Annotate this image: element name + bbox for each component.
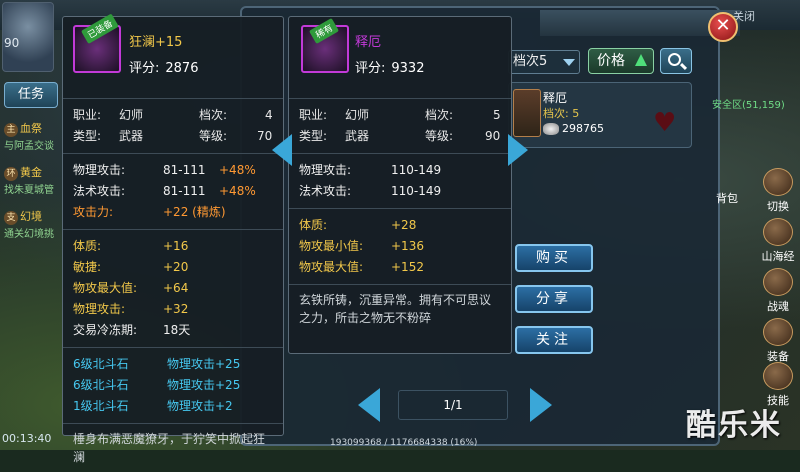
next-page-arrow-icon[interactable] bbox=[530, 388, 552, 422]
skill-icon bbox=[763, 362, 793, 390]
chevron-down-icon bbox=[563, 59, 575, 66]
quest-side[interactable]: 支幻境 通关幻境挑 bbox=[4, 208, 70, 240]
silver-coin-icon bbox=[543, 123, 559, 135]
compare-item-tooltip: 稀有 释厄 评分: 9332 职业: 幻师 档次: 5 类型: 武器 等级: 90 物理攻击:… bbox=[288, 16, 512, 354]
sidebar-item-warsoul[interactable]: 战魂 bbox=[758, 268, 798, 314]
close-button[interactable]: ✕ bbox=[708, 12, 738, 42]
equipped-item-score: 2876 bbox=[165, 61, 199, 76]
grade-filter-select[interactable]: 档次5 bbox=[508, 50, 580, 74]
quest-main[interactable]: 主血祭 与阿孟交谈 bbox=[4, 120, 70, 152]
favorite-heart-icon[interactable]: ♥ bbox=[653, 110, 676, 136]
equipped-item-tooltip: 已装备 狂澜+15 评分: 2876 职业: 幻师 档次: 4 类型: 武器 等级: 70 物… bbox=[62, 13, 284, 464]
book-icon bbox=[763, 218, 793, 246]
sidebar-item-equipment[interactable]: 装备 bbox=[758, 318, 798, 364]
watermark-logo: 酷乐米 bbox=[686, 408, 782, 443]
market-listing[interactable]: 释厄 档次: 5 298765 ♥ bbox=[508, 82, 692, 148]
clock-time: 00:13:40 bbox=[2, 432, 52, 445]
equipped-item-name: 狂澜+15 bbox=[129, 35, 183, 50]
bag-label[interactable]: 背包 bbox=[716, 190, 738, 206]
share-button[interactable]: 分享 bbox=[515, 285, 593, 313]
experience-readout: 193099368 / 1176684338 (16%) bbox=[330, 438, 478, 448]
compare-item-description: 玄铁所铸，沉重异常。拥有不可思议之力，所击之物无不粉碎 bbox=[299, 293, 492, 325]
buy-button[interactable]: 购买 bbox=[515, 244, 593, 272]
prev-page-arrow-icon[interactable] bbox=[358, 388, 380, 422]
price-sort-button[interactable]: 价格 bbox=[588, 48, 654, 74]
sidebar-item-shanhaijing[interactable]: 山海经 bbox=[758, 218, 798, 264]
listing-name: 释厄 bbox=[543, 91, 568, 105]
sidebar-item-switch[interactable]: 切换 bbox=[758, 168, 798, 214]
page-indicator: 1/1 bbox=[398, 390, 508, 420]
compare-weapon-icon: 稀有 bbox=[301, 17, 349, 73]
follow-button[interactable]: 关注 bbox=[515, 326, 593, 354]
arrow-up-icon bbox=[635, 54, 647, 66]
war-soul-icon bbox=[763, 268, 793, 296]
listing-item-icon bbox=[513, 89, 541, 137]
task-tab[interactable]: 任务 bbox=[4, 82, 58, 108]
close-icon: ✕ bbox=[715, 15, 731, 36]
equipped-item-description: 棰身布满恶魔獠牙，于狞笑中掀起狂澜 bbox=[73, 432, 266, 464]
player-level: 90 bbox=[4, 36, 20, 50]
prev-item-arrow-icon[interactable] bbox=[272, 134, 292, 166]
quest-ring[interactable]: 环黄金 找朱夏城管 bbox=[4, 164, 70, 196]
listing-grade: 档次: 5 bbox=[543, 107, 580, 120]
equipped-weapon-icon: 已装备 bbox=[73, 13, 121, 73]
search-button[interactable] bbox=[660, 48, 692, 74]
compare-item-name: 释厄 bbox=[355, 35, 382, 50]
safe-zone-label: 安全区(51,159) bbox=[712, 100, 785, 111]
compare-item-score: 9332 bbox=[391, 61, 425, 76]
next-item-arrow-icon[interactable] bbox=[508, 134, 528, 166]
armor-icon bbox=[763, 318, 793, 346]
listing-price: 298765 bbox=[562, 122, 604, 135]
switch-icon bbox=[763, 168, 793, 196]
